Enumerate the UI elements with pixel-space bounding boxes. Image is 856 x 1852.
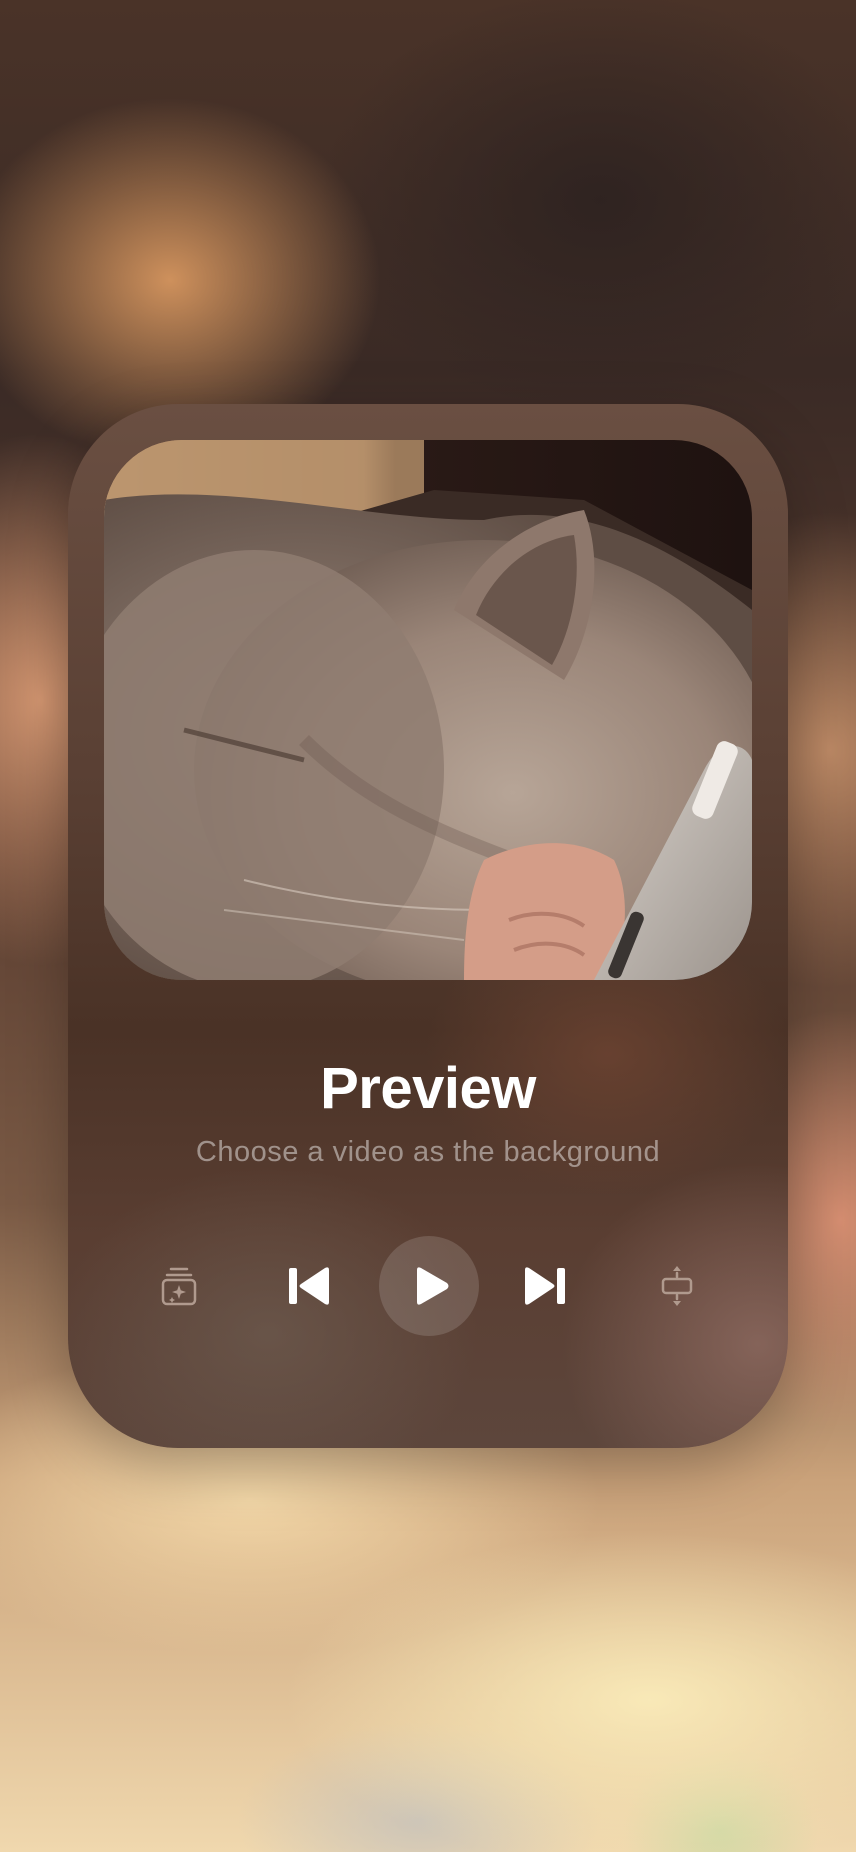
effects-button[interactable] [151, 1234, 207, 1338]
page-title: Preview [320, 1056, 536, 1121]
effects-icon [161, 1266, 197, 1306]
play-icon [408, 1266, 450, 1306]
play-button[interactable] [379, 1236, 479, 1336]
previous-track-icon [287, 1266, 333, 1306]
next-track-icon [521, 1266, 567, 1306]
next-track-button[interactable] [516, 1234, 572, 1338]
player-card: Preview Choose a video as the background [68, 404, 788, 1448]
subtitle-text: Choose a video as the background [195, 1136, 661, 1168]
resize-vertical-icon [660, 1265, 694, 1307]
previous-track-button[interactable] [282, 1234, 338, 1338]
video-thumbnail[interactable] [104, 440, 752, 980]
resize-button[interactable] [649, 1234, 705, 1338]
playback-controls [68, 1234, 788, 1338]
